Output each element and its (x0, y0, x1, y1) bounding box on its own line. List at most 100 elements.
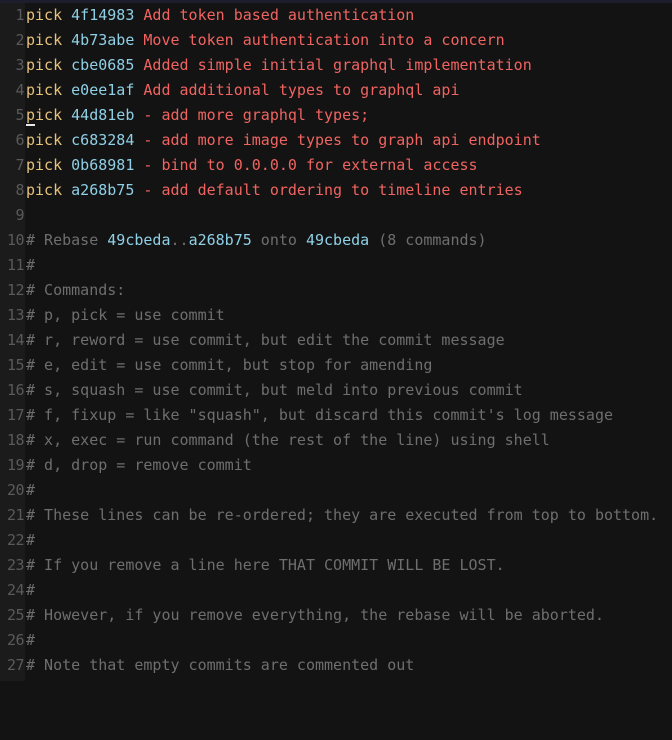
comment-text: # e, edit = use commit, but stop for ame… (26, 356, 433, 374)
comment-line[interactable]: 26 # (0, 628, 672, 653)
line-number: 13 (6, 306, 25, 324)
pick-line[interactable]: 1 pick 4f14983 Add token based authentic… (0, 3, 672, 28)
comment-text: # Note that empty commits are commented … (26, 656, 415, 674)
editor-lines[interactable]: 1 pick 4f14983 Add token based authentic… (0, 3, 672, 678)
range-separator: .. (170, 231, 189, 249)
comment-text: # f, fixup = like "squash", but discard … (26, 406, 613, 424)
comment-text: # Commands: (26, 281, 126, 299)
pick-line[interactable]: 7 pick 0b68981 - bind to 0.0.0.0 for ext… (0, 153, 672, 178)
line-number: 10 (6, 231, 25, 249)
comment-text: onto (251, 231, 306, 249)
commit-message: Add additional types to graphql api (143, 81, 460, 99)
command-keyword: pick (26, 6, 63, 24)
comment-line[interactable]: 15 # e, edit = use commit, but stop for a… (0, 353, 672, 378)
comment-line[interactable]: 13 # p, pick = use commit (0, 303, 672, 328)
commit-hash: e0ee1af (71, 81, 135, 99)
command-keyword: pick (26, 81, 63, 99)
line-number: 8 (15, 181, 24, 199)
commit-hash: 4f14983 (71, 6, 135, 24)
line-number: 19 (6, 456, 25, 474)
command-keyword: pick (26, 56, 63, 74)
commit-message: Added simple initial graphql implementat… (143, 56, 532, 74)
commit-message: - add more graphql types; (143, 106, 370, 124)
comment-line[interactable]: 24 # (0, 578, 672, 603)
comment-line[interactable]: 16 # s, squash = use commit, but meld int… (0, 378, 672, 403)
comment-text: # (26, 581, 36, 599)
comment-line[interactable]: 18 # x, exec = run command (the rest of t… (0, 428, 672, 453)
comment-text: # These lines can be re-ordered; they ar… (26, 506, 659, 524)
line-number: 23 (6, 556, 25, 574)
onto-hash: 49cbeda (305, 231, 370, 249)
rebase-summary-line[interactable]: 10 # Rebase 49cbeda..a268b75 onto 49cbed… (0, 228, 672, 253)
comment-text: # p, pick = use commit (26, 306, 225, 324)
line-number: 24 (6, 581, 25, 599)
line-number: 9 (15, 206, 24, 224)
comment-text: # (26, 481, 36, 499)
line-number: 14 (6, 331, 25, 349)
line-number: 5 (15, 106, 24, 124)
line-number: 27 (6, 656, 25, 674)
comment-line[interactable]: 14 # r, reword = use commit, but edit the… (0, 328, 672, 353)
comment-text: # However, if you remove everything, the… (26, 606, 604, 624)
comment-text: # d, drop = remove commit (26, 456, 252, 474)
line-number: 15 (6, 356, 25, 374)
range-from-hash: 49cbeda (107, 231, 171, 249)
comment-text: # Rebase (26, 231, 108, 249)
commit-hash: cbe0685 (71, 56, 135, 74)
line-number: 1 (15, 6, 24, 24)
pick-line[interactable]: 4 pick e0ee1af Add additional types to g… (0, 78, 672, 103)
line-number: 18 (6, 431, 25, 449)
comment-line[interactable]: 23 # If you remove a line here THAT COMMI… (0, 553, 672, 578)
line-number: 25 (6, 606, 25, 624)
comment-line[interactable]: 11 # (0, 253, 672, 278)
line-number: 6 (15, 131, 24, 149)
line-number: 20 (6, 481, 25, 499)
text-cursor: p (26, 106, 36, 126)
commit-hash: 44d81eb (71, 106, 135, 124)
line-number: 3 (15, 56, 24, 74)
line-number: 7 (15, 156, 24, 174)
pick-line[interactable]: 3 pick cbe0685 Added simple initial grap… (0, 53, 672, 78)
comment-line[interactable]: 25 # However, if you remove everything, t… (0, 603, 672, 628)
command-keyword: pick (26, 106, 63, 126)
comment-text: # r, reword = use commit, but edit the c… (26, 331, 505, 349)
command-keyword: pick (26, 181, 63, 199)
pick-line[interactable]: 8 pick a268b75 - add default ordering to… (0, 178, 672, 203)
comment-text: # (26, 631, 36, 649)
commit-message: - add more image types to graph api endp… (143, 131, 541, 149)
line-number: 4 (15, 81, 24, 99)
comment-line[interactable]: 19 # d, drop = remove commit (0, 453, 672, 478)
rebase-todo-editor[interactable]: 1 pick 4f14983 Add token based authentic… (0, 3, 672, 681)
pick-line-with-cursor[interactable]: 5 pick 44d81eb - add more graphql types; (0, 103, 672, 128)
command-count: (8 commands) (369, 231, 487, 249)
commit-hash: c683284 (71, 131, 135, 149)
commit-hash: a268b75 (71, 181, 135, 199)
comment-text: # (26, 256, 36, 274)
line-number: 26 (6, 631, 25, 649)
pick-line[interactable]: 6 pick c683284 - add more image types to… (0, 128, 672, 153)
comment-line[interactable]: 12 # Commands: (0, 278, 672, 303)
commit-hash: 4b73abe (71, 31, 135, 49)
comment-line[interactable]: 17 # f, fixup = like "squash", but discar… (0, 403, 672, 428)
comment-text: # (26, 531, 36, 549)
comment-text: # x, exec = run command (the rest of the… (26, 431, 550, 449)
line-number: 2 (15, 31, 24, 49)
command-keyword: pick (26, 31, 63, 49)
commit-message: - bind to 0.0.0.0 for external access (143, 156, 478, 174)
command-keyword: pick (26, 156, 63, 174)
line-number: 21 (6, 506, 25, 524)
commit-hash: 0b68981 (71, 156, 135, 174)
line-number: 11 (6, 256, 25, 274)
blank-line[interactable]: 9 (0, 203, 672, 228)
line-number: 16 (6, 381, 25, 399)
commit-message: Move token authentication into a concern (143, 31, 505, 49)
commit-message: - add default ordering to timeline entri… (143, 181, 523, 199)
comment-line[interactable]: 22 # (0, 528, 672, 553)
comment-line[interactable]: 27 # Note that empty commits are commente… (0, 653, 672, 678)
line-number: 12 (6, 281, 25, 299)
comment-line[interactable]: 20 # (0, 478, 672, 503)
pick-line[interactable]: 2 pick 4b73abe Move token authentication… (0, 28, 672, 53)
comment-line[interactable]: 21 # These lines can be re-ordered; they … (0, 503, 672, 528)
range-to-hash: a268b75 (188, 231, 252, 249)
commit-message: Add token based authentication (143, 6, 415, 24)
